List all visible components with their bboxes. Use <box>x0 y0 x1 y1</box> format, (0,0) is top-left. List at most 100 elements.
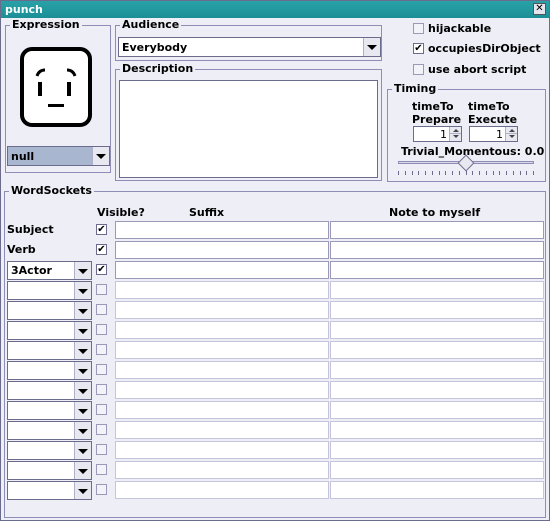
wordsocket-select[interactable] <box>7 281 92 300</box>
slider-tick <box>432 171 433 175</box>
wordsocket-row <box>5 300 545 320</box>
note-field[interactable] <box>330 461 544 479</box>
timing-title: Timing <box>392 82 439 95</box>
occupies-dir-object-checkbox[interactable]: ✔ <box>413 43 424 54</box>
note-field[interactable] <box>330 241 544 259</box>
wordsocket-select[interactable] <box>7 361 92 380</box>
wordsocket-select[interactable] <box>7 461 92 480</box>
slider-thumb[interactable] <box>457 154 475 172</box>
note-field[interactable] <box>330 401 544 419</box>
note-field[interactable] <box>330 261 544 279</box>
suffix-field[interactable] <box>115 421 329 439</box>
trivial-momentous-label: Trivial_Momentous: 0.0 <box>401 145 545 158</box>
time-to-execute-label-1: timeTo <box>468 100 510 113</box>
note-field[interactable] <box>330 281 544 299</box>
time-to-execute-spinner[interactable]: 1 <box>469 126 518 142</box>
visible-checkbox[interactable] <box>96 304 107 315</box>
wordsocket-row: 3Actor ✔ <box>5 260 545 280</box>
note-column-header: Note to myself <box>389 206 481 219</box>
visible-checkbox[interactable] <box>96 464 107 475</box>
spinner-down-icon[interactable] <box>449 134 461 141</box>
note-field[interactable] <box>330 361 544 379</box>
visible-checkbox[interactable] <box>96 364 107 375</box>
visible-checkbox[interactable] <box>96 284 107 295</box>
wordsocket-row <box>5 420 545 440</box>
title-bar[interactable]: punch ✕ <box>1 1 549 18</box>
suffix-field[interactable] <box>115 381 329 399</box>
note-field[interactable] <box>330 481 544 499</box>
visible-checkbox[interactable]: ✔ <box>96 244 107 255</box>
wordsocket-row: Verb ✔ <box>5 240 545 260</box>
slider-tick <box>526 171 527 175</box>
visible-checkbox[interactable] <box>96 384 107 395</box>
note-field[interactable] <box>330 381 544 399</box>
spinner-up-icon[interactable] <box>505 127 517 134</box>
suffix-field[interactable] <box>115 481 329 499</box>
use-abort-script-label: use abort script <box>428 63 527 76</box>
wordsocket-select[interactable] <box>7 481 92 500</box>
wordsocket-select[interactable] <box>7 321 92 340</box>
visible-checkbox[interactable] <box>96 484 107 495</box>
note-field[interactable] <box>330 421 544 439</box>
slider-tick <box>418 171 419 175</box>
chevron-down-icon <box>74 302 91 319</box>
wordsocket-select[interactable] <box>7 441 92 460</box>
chevron-down-icon <box>74 342 91 359</box>
suffix-field[interactable] <box>115 341 329 359</box>
hijackable-label: hijackable <box>428 22 492 35</box>
time-to-prepare-value: 1 <box>440 128 447 141</box>
time-to-prepare-spinner[interactable]: 1 <box>413 126 462 142</box>
chevron-down-icon <box>74 402 91 419</box>
suffix-field[interactable] <box>115 301 329 319</box>
suffix-field[interactable] <box>115 441 329 459</box>
wordsocket-row <box>5 480 545 500</box>
wordsocket-select[interactable] <box>7 341 92 360</box>
visible-checkbox[interactable] <box>96 404 107 415</box>
description-panel: Description <box>115 62 382 181</box>
visible-checkbox[interactable] <box>96 344 107 355</box>
time-to-prepare-label-1: timeTo <box>412 100 454 113</box>
wordsocket-select[interactable] <box>7 381 92 400</box>
visible-checkbox[interactable]: ✔ <box>96 264 107 275</box>
visible-checkbox[interactable] <box>96 324 107 335</box>
visible-checkbox[interactable] <box>96 424 107 435</box>
audience-select[interactable]: Everybody <box>118 37 381 57</box>
note-field[interactable] <box>330 341 544 359</box>
wordsocket-select[interactable] <box>7 401 92 420</box>
suffix-field[interactable] <box>115 261 329 279</box>
time-to-execute-value: 1 <box>496 128 503 141</box>
suffix-field[interactable] <box>115 241 329 259</box>
suffix-field[interactable] <box>115 221 329 239</box>
trivial-momentous-slider[interactable] <box>398 154 534 178</box>
note-field[interactable] <box>330 321 544 339</box>
expression-select[interactable]: null <box>7 146 110 166</box>
suffix-field[interactable] <box>115 361 329 379</box>
slider-tick <box>513 171 514 175</box>
expression-title: Expression <box>10 18 82 31</box>
wordsocket-select[interactable] <box>7 421 92 440</box>
spinner-down-icon[interactable] <box>505 134 517 141</box>
suffix-field[interactable] <box>115 281 329 299</box>
close-button[interactable]: ✕ <box>533 3 546 15</box>
slider-tick <box>412 171 413 175</box>
wordsocket-select[interactable] <box>7 301 92 320</box>
suffix-field[interactable] <box>115 461 329 479</box>
note-field[interactable] <box>330 221 544 239</box>
visible-checkbox[interactable]: ✔ <box>96 224 107 235</box>
description-textarea[interactable] <box>119 80 378 178</box>
note-field[interactable] <box>330 301 544 319</box>
slider-tick <box>493 171 494 175</box>
chevron-down-icon <box>74 442 91 459</box>
note-field[interactable] <box>330 441 544 459</box>
chevron-down-icon <box>363 38 380 56</box>
suffix-field[interactable] <box>115 321 329 339</box>
slider-tick <box>472 171 473 175</box>
spinner-up-icon[interactable] <box>449 127 461 134</box>
suffix-field[interactable] <box>115 401 329 419</box>
time-to-execute-label-2: Execute <box>468 113 518 126</box>
hijackable-checkbox[interactable] <box>413 23 424 34</box>
visible-checkbox[interactable] <box>96 444 107 455</box>
wordsocket-select[interactable]: 3Actor <box>7 261 92 280</box>
use-abort-script-checkbox[interactable] <box>413 64 424 75</box>
chevron-down-icon <box>74 482 91 499</box>
